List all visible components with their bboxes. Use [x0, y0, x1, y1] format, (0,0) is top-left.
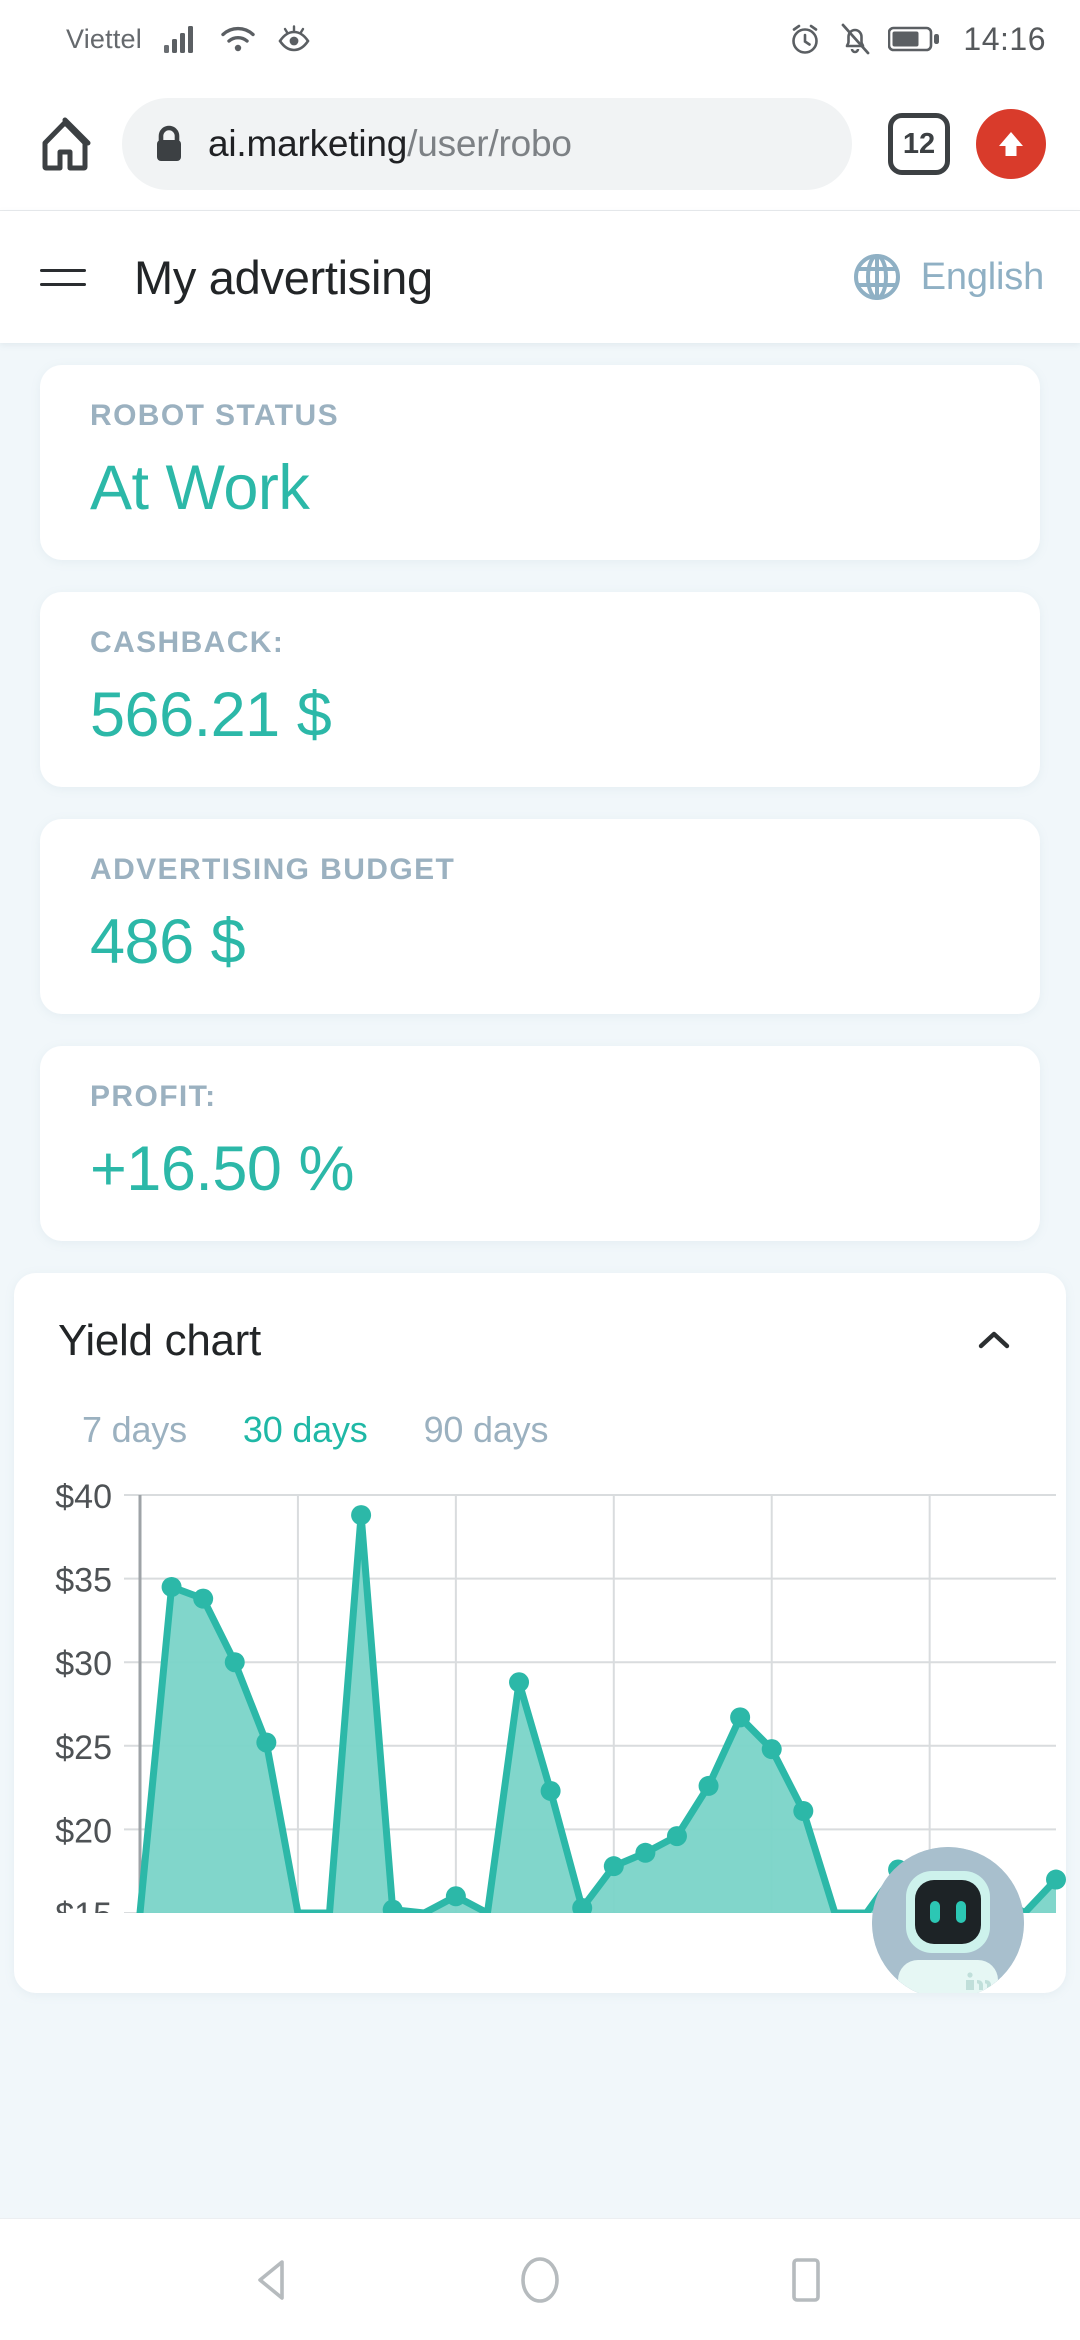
recents-square-icon: [792, 2257, 820, 2302]
chart-data-point: [1046, 1869, 1066, 1890]
chart-data-point: [256, 1732, 277, 1753]
chart-data-point: [761, 1739, 782, 1760]
chart-data-point: [445, 1886, 466, 1907]
chevron-up-icon: [978, 1331, 1010, 1349]
lock-icon: [157, 125, 181, 161]
chart-data-point: [603, 1856, 624, 1877]
robot-assistant-button[interactable]: [872, 1847, 1024, 1993]
status-bar: Viettel 14:16: [0, 0, 1080, 78]
chart-data-point: [161, 1576, 182, 1597]
status-bar-left: Viettel: [66, 24, 310, 55]
signal-icon: [163, 26, 193, 53]
language-label: English: [920, 255, 1044, 298]
home-icon: [42, 117, 91, 171]
stat-value: 566.21 $: [90, 680, 332, 750]
tab-30-days[interactable]: 30 days: [215, 1409, 396, 1451]
home-button[interactable]: [22, 101, 108, 187]
url-path: /user/robo: [407, 123, 572, 164]
stat-label: CASHBACK:: [90, 626, 285, 659]
browser-toolbar: ai.marketing/user/robo 12: [0, 78, 1080, 211]
tab-7-days[interactable]: 7 days: [54, 1409, 215, 1451]
home-circle-icon: [521, 2256, 559, 2303]
tab-90-days[interactable]: 90 days: [396, 1409, 577, 1451]
stat-value: +16.50 %: [90, 1134, 354, 1204]
y-axis-tick-label: $25: [55, 1729, 112, 1767]
stat-value: At Work: [90, 453, 310, 523]
chart-data-point: [635, 1842, 656, 1863]
yield-plot[interactable]: $40 $35 $30 $25 $20 $15: [14, 1483, 1066, 1913]
collapse-chart-button[interactable]: [966, 1313, 1022, 1369]
robot-assistant-icon: [872, 1847, 1024, 1993]
phone-screen: Viettel 14:16 ai.marketing/user/robo 12 …: [0, 0, 1080, 2340]
stat-label: ROBOT STATUS: [90, 399, 340, 432]
battery-icon: [888, 26, 940, 52]
chart-data-point: [793, 1801, 814, 1822]
hamburger-icon[interactable]: [40, 245, 104, 309]
yield-area-chart: $40 $35 $30 $25 $20 $15: [55, 1483, 1066, 1913]
y-axis-tick-label: $15: [55, 1896, 112, 1913]
globe-icon: [853, 254, 900, 300]
chart-period-tabs: 7 days 30 days 90 days: [14, 1369, 1066, 1451]
chart-data-point: [730, 1707, 751, 1728]
page-title: My advertising: [134, 250, 433, 304]
chart-data-point: [509, 1672, 530, 1693]
android-navigation-bar: [0, 2218, 1080, 2340]
alarm-icon: [792, 24, 819, 54]
y-axis-tick-label: $30: [55, 1645, 112, 1683]
bell-muted-icon: [842, 23, 870, 55]
tab-counter-button[interactable]: 12: [888, 113, 950, 175]
stat-value: 486 $: [90, 907, 246, 977]
y-axis-tick-label: $35: [55, 1562, 112, 1600]
stat-card-profit: PROFIT: +16.50 %: [40, 1046, 1040, 1241]
url-host: ai.marketing: [208, 123, 408, 164]
chart-data-point: [698, 1775, 719, 1796]
carrier-label: Viettel: [66, 23, 142, 54]
status-bar-right: 14:16: [788, 21, 1046, 58]
chart-data-point: [351, 1505, 372, 1526]
chart-data-point: [224, 1652, 245, 1673]
language-switcher[interactable]: English: [851, 251, 1044, 303]
update-button[interactable]: [976, 109, 1046, 179]
upload-arrow-icon: [999, 132, 1023, 156]
chart-data-point: [666, 1826, 687, 1847]
yield-chart-card: Yield chart 7 days 30 days 90 days $40 $3…: [14, 1273, 1066, 1993]
page-content: ROBOT STATUS At Work CASHBACK: 566.21 $ …: [0, 343, 1080, 2218]
stat-card-cashback: CASHBACK: 566.21 $: [40, 592, 1040, 787]
yield-chart-header: Yield chart: [14, 1313, 1066, 1369]
stat-label: ADVERTISING BUDGET: [90, 853, 456, 886]
eye-comfort-icon: [278, 25, 310, 52]
y-axis-tick-label: $20: [55, 1812, 112, 1850]
chart-data-point: [193, 1588, 214, 1609]
clock-label: 14:16: [963, 20, 1046, 57]
nav-recents-button[interactable]: [771, 2245, 841, 2315]
app-header: My advertising English: [0, 211, 1080, 343]
nav-home-button[interactable]: [505, 2245, 575, 2315]
stat-card-advertising-budget: ADVERTISING BUDGET 486 $: [40, 819, 1040, 1014]
tab-count-label: 12: [902, 127, 936, 160]
stat-card-robot-status: ROBOT STATUS At Work: [40, 365, 1040, 560]
back-triangle-icon: [258, 2259, 284, 2300]
url-omnibox[interactable]: ai.marketing/user/robo: [122, 98, 852, 190]
chart-data-point: [540, 1780, 561, 1801]
stat-label: PROFIT:: [90, 1080, 217, 1113]
nav-back-button[interactable]: [239, 2245, 309, 2315]
wifi-icon: [221, 26, 255, 52]
yield-chart-title: Yield chart: [58, 1316, 261, 1365]
url-text: ai.marketing/user/robo: [208, 123, 572, 165]
y-axis-tick-label: $40: [55, 1483, 112, 1516]
